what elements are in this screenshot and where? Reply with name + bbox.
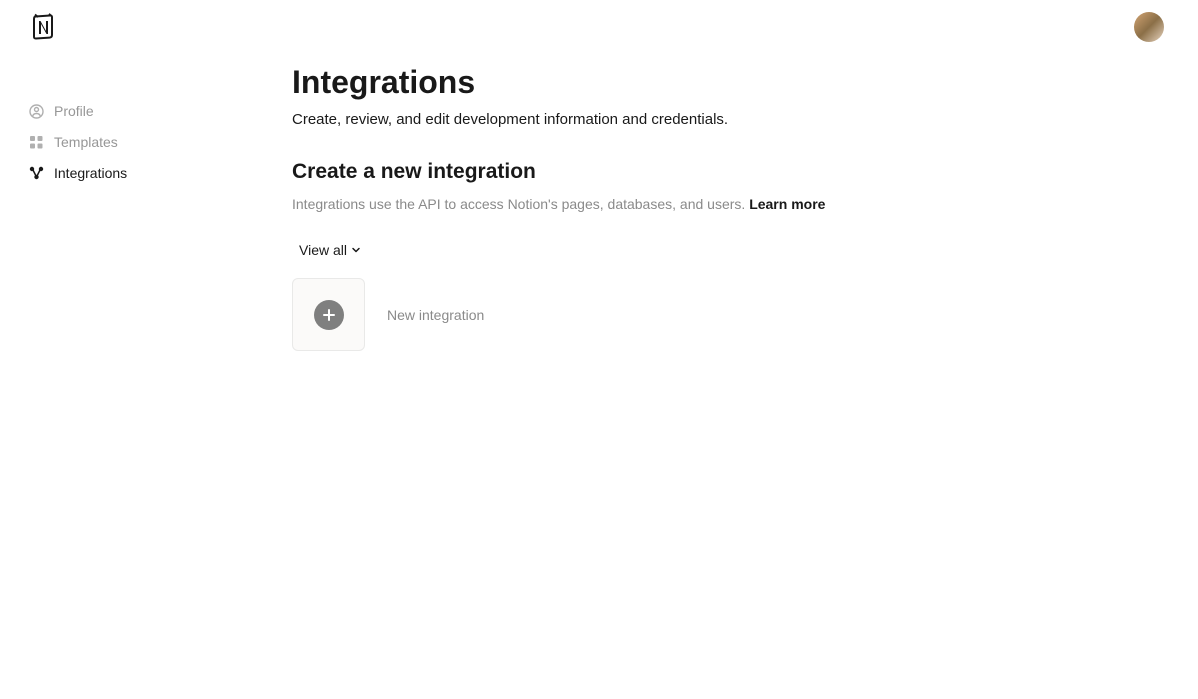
page-title: Integrations bbox=[292, 64, 1158, 101]
profile-icon bbox=[28, 103, 44, 119]
new-integration-card[interactable]: New integration bbox=[292, 278, 1158, 351]
avatar[interactable] bbox=[1134, 12, 1164, 42]
templates-icon bbox=[28, 134, 44, 150]
page-subtitle: Create, review, and edit development inf… bbox=[292, 111, 1158, 128]
sidebar: Profile Templates Integrations bbox=[28, 98, 228, 191]
new-integration-label[interactable]: New integration bbox=[387, 307, 484, 323]
section-description: Integrations use the API to access Notio… bbox=[292, 196, 1158, 212]
sidebar-item-label: Integrations bbox=[54, 165, 127, 181]
section-description-text: Integrations use the API to access Notio… bbox=[292, 196, 749, 212]
chevron-down-icon bbox=[351, 242, 361, 258]
sidebar-item-label: Templates bbox=[54, 134, 118, 150]
add-integration-tile[interactable] bbox=[292, 278, 365, 351]
header bbox=[0, 0, 1198, 54]
sidebar-item-integrations[interactable]: Integrations bbox=[28, 160, 228, 186]
sidebar-item-label: Profile bbox=[54, 103, 94, 119]
view-all-label: View all bbox=[299, 242, 347, 258]
learn-more-link[interactable]: Learn more bbox=[749, 196, 825, 212]
main-content: Integrations Create, review, and edit de… bbox=[292, 64, 1158, 351]
section-title: Create a new integration bbox=[292, 160, 1158, 184]
view-all-dropdown[interactable]: View all bbox=[299, 242, 361, 258]
sidebar-item-profile[interactable]: Profile bbox=[28, 98, 228, 124]
integrations-icon bbox=[28, 165, 44, 181]
notion-logo[interactable] bbox=[30, 13, 58, 41]
sidebar-item-templates[interactable]: Templates bbox=[28, 129, 228, 155]
plus-icon bbox=[314, 300, 344, 330]
